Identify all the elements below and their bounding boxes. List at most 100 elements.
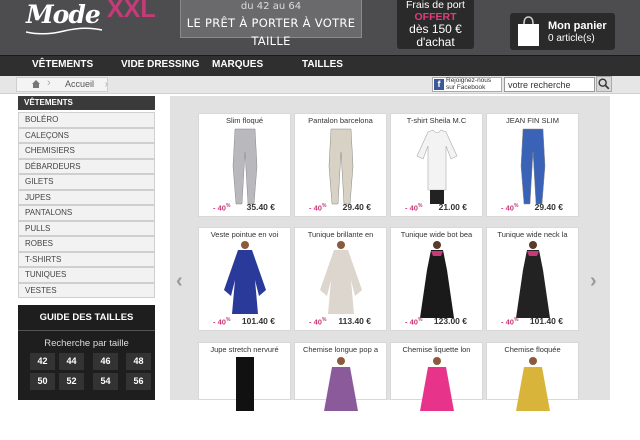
product-name[interactable]: Pantalon barcelona — [295, 116, 386, 125]
sidebar-item-calecons[interactable]: CALEÇONS — [18, 127, 155, 143]
product-card[interactable]: T-shirt Sheila M.C - 40% 21.00 € — [390, 113, 483, 217]
nav-item-tailles[interactable]: TAILLES — [302, 59, 343, 70]
shipping-line1: Frais de port — [406, 0, 465, 11]
site-header: Mode XXL du 42 au 64 LE PRÊT À PORTER À … — [0, 0, 640, 55]
sidebar-item-debardeurs[interactable]: DÉBARDEURS — [18, 158, 155, 174]
size-button-54[interactable]: 54 — [93, 373, 118, 390]
product-image[interactable] — [502, 355, 564, 435]
banner-tagline: LE PRÊT À PORTER À VOTRE TAILLE — [186, 16, 356, 48]
cart-count: 0 article(s) — [548, 33, 595, 44]
product-image[interactable] — [310, 355, 372, 435]
product-name[interactable]: Chemise longue pop a — [295, 345, 386, 354]
nav-item-vetements[interactable]: VÊTEMENTS — [32, 59, 93, 70]
product-image[interactable] — [214, 126, 276, 206]
discount-badge: - 40% — [309, 203, 326, 213]
breadcrumb: › Accueil › — [16, 77, 108, 92]
product-name[interactable]: Tunique wide neck la — [487, 230, 578, 239]
discount-value: - 40 — [501, 203, 514, 213]
discount-unit: % — [513, 317, 519, 323]
product-card[interactable]: Tunique brillante en - 40% 113.40 € — [294, 227, 387, 331]
discount-value: - 40 — [501, 317, 514, 327]
product-name[interactable]: JEAN FIN SLIM — [487, 116, 578, 125]
product-name[interactable]: Jupe stretch nervuré — [199, 345, 290, 354]
size-button-44[interactable]: 44 — [59, 353, 84, 370]
carousel-next-arrow-icon[interactable]: › — [590, 270, 604, 292]
product-image[interactable] — [214, 355, 276, 435]
discount-unit: % — [321, 317, 327, 323]
size-button-42[interactable]: 42 — [30, 353, 55, 370]
product-image[interactable] — [406, 355, 468, 435]
product-image[interactable] — [406, 126, 468, 206]
size-button-48[interactable]: 48 — [126, 353, 151, 370]
cart-title: Mon panier — [548, 20, 607, 32]
product-name[interactable]: Tunique wide bot bea — [391, 230, 482, 239]
breadcrumb-home-link[interactable]: Accueil — [65, 79, 94, 89]
product-image[interactable] — [310, 126, 372, 206]
product-name[interactable]: Veste pointue en voi — [199, 230, 290, 239]
product-image[interactable] — [502, 126, 564, 206]
sidebar-item-pantalons[interactable]: PANTALONS — [18, 205, 155, 221]
discount-value: - 40 — [405, 203, 418, 213]
product-image[interactable] — [502, 240, 564, 320]
search-icon — [598, 78, 610, 90]
sidebar-title: VÊTEMENTS — [18, 96, 155, 110]
product-card[interactable]: Tunique wide bot bea - 40% 123.00 € — [390, 227, 483, 331]
product-name[interactable]: Tunique brillante en — [295, 230, 386, 239]
product-name[interactable]: Chemise liquette lon — [391, 345, 482, 354]
sidebar-item-vestes[interactable]: VESTES — [18, 282, 155, 298]
facebook-line2: sur Facebook — [446, 83, 486, 91]
facebook-icon: f — [434, 79, 444, 90]
sidebar-item-robes[interactable]: ROBES — [18, 236, 155, 252]
size-button-50[interactable]: 50 — [30, 373, 55, 390]
product-card[interactable]: JEAN FIN SLIM - 40% 29.40 € — [486, 113, 579, 217]
product-image[interactable] — [214, 240, 276, 320]
home-icon[interactable] — [31, 79, 41, 89]
product-image[interactable] — [310, 240, 372, 320]
product-image[interactable] — [406, 240, 468, 320]
discount-badge: - 40% — [213, 317, 230, 327]
sidebar-item-gilets[interactable]: GILETS — [18, 174, 155, 190]
discount-badge: - 40% — [309, 317, 326, 327]
sidebar-item-pulls[interactable]: PULLS — [18, 220, 155, 236]
search-button[interactable] — [596, 76, 612, 92]
product-card[interactable]: Veste pointue en voi - 40% 101.40 € — [198, 227, 291, 331]
product-name[interactable]: T-shirt Sheila M.C — [391, 116, 482, 125]
sidebar-item-bolero[interactable]: BOLÉRO — [18, 112, 155, 128]
sidebar-item-tuniques[interactable]: TUNIQUES — [18, 267, 155, 283]
cart-button[interactable]: Mon panier 0 article(s) — [510, 13, 615, 50]
discount-badge: - 40% — [405, 317, 422, 327]
site-logo[interactable]: Mode XXL — [22, 0, 162, 38]
nav-item-marques[interactable]: MARQUES — [212, 59, 263, 70]
product-card[interactable]: Tunique wide neck la - 40% 101.40 € — [486, 227, 579, 331]
product-card[interactable]: Jupe stretch nervuré — [198, 342, 291, 411]
shopping-bag-icon — [518, 16, 539, 46]
size-button-56[interactable]: 56 — [126, 373, 151, 390]
size-guide-title: GUIDE DES TAILLES — [39, 312, 134, 323]
size-button-52[interactable]: 52 — [59, 373, 84, 390]
sidebar-item-chemisiers[interactable]: CHEMISIERS — [18, 143, 155, 159]
facebook-label: Rejoignez-nous sur Facebook — [446, 77, 491, 92]
discount-value: - 40 — [309, 203, 322, 213]
sidebar-item-jupes[interactable]: JUPES — [18, 189, 155, 205]
facebook-join-button[interactable]: f Rejoignez-nous sur Facebook — [432, 77, 502, 92]
nav-item-vide-dressing[interactable]: VIDE DRESSING — [121, 59, 199, 70]
search-input[interactable] — [504, 77, 595, 92]
discount-value: - 40 — [213, 203, 226, 213]
product-card[interactable]: Pantalon barcelona - 40% 29.40 € — [294, 113, 387, 217]
size-guide-subtitle: Recherche par taille — [44, 338, 129, 349]
discount-value: - 40 — [405, 317, 418, 327]
product-name[interactable]: Slim floqué — [199, 116, 290, 125]
discount-unit: % — [513, 203, 519, 209]
tagline-banner: du 42 au 64 LE PRÊT À PORTER À VOTRE TAI… — [180, 0, 362, 48]
product-card[interactable]: Chemise longue pop a — [294, 342, 387, 411]
product-card[interactable]: Chemise liquette lon — [390, 342, 483, 411]
logo-xxl-text: XXL — [107, 0, 156, 23]
size-guide-panel: GUIDE DES TAILLES Recherche par taille 4… — [18, 305, 155, 400]
sidebar-item-t-shirts[interactable]: T-SHIRTS — [18, 251, 155, 267]
carousel-prev-arrow-icon[interactable]: ‹ — [176, 270, 190, 292]
discount-badge: - 40% — [501, 317, 518, 327]
product-name[interactable]: Chemise floquée — [487, 345, 578, 354]
product-card[interactable]: Chemise floquée — [486, 342, 579, 411]
size-button-46[interactable]: 46 — [93, 353, 118, 370]
product-card[interactable]: Slim floqué - 40% 35.40 € — [198, 113, 291, 217]
